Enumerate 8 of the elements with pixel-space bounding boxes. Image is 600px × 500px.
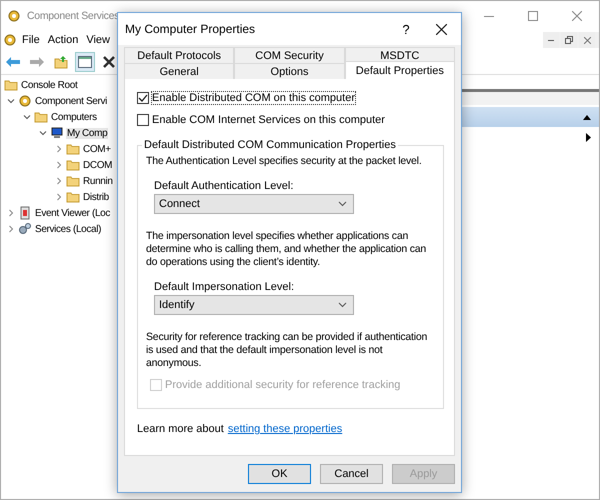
description-text: The Authentication Level specifies security at the packet level. — [146, 155, 423, 168]
description-text: Security for reference tracking can be provided if authentication is used and that the default impersonation level is not anonymous. — [146, 331, 428, 370]
group-title: Default Distributed COM Communication Properties — [143, 139, 397, 151]
dialog-title: My Computer Properties — [125, 22, 256, 36]
help-text: Learn more about — [137, 423, 224, 435]
field-label: Default Impersonation Level: — [154, 281, 296, 293]
description-text: The impersonation level specifies whether applications can determine who is calling them, and whether the application can do operations using the client’s identity. — [146, 230, 428, 269]
field-label: Default Authentication Level: — [154, 180, 294, 192]
